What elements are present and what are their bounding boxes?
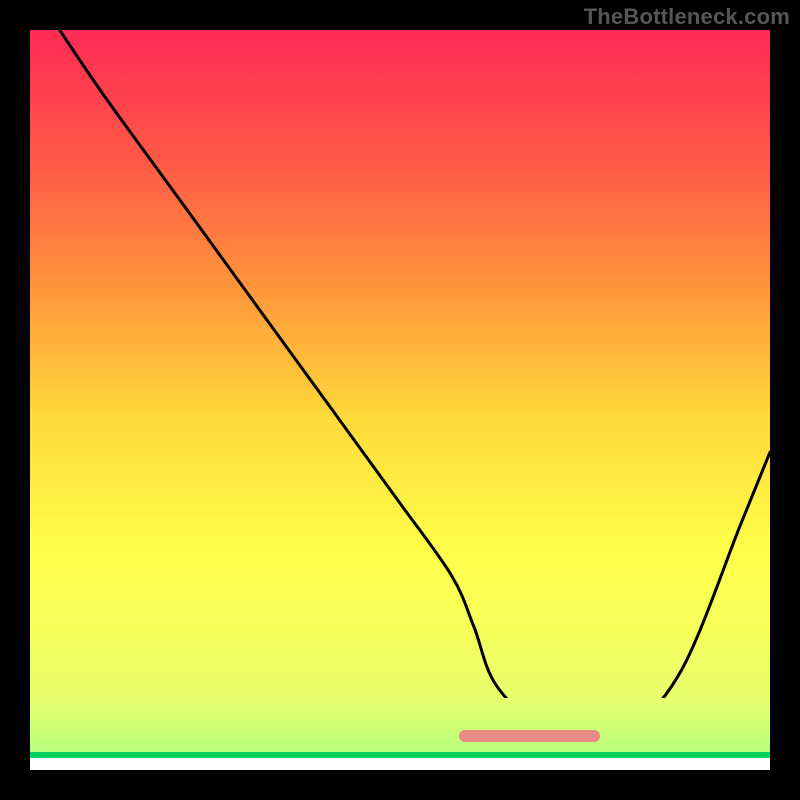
pale-green-band bbox=[30, 698, 770, 752]
bottom-white-bar bbox=[30, 758, 770, 770]
salmon-valley-marker bbox=[459, 730, 600, 742]
chart-svg bbox=[30, 30, 770, 770]
gradient-background bbox=[30, 30, 770, 698]
chart-plot-area bbox=[30, 30, 770, 770]
watermark-text: TheBottleneck.com bbox=[584, 4, 790, 30]
green-line bbox=[30, 752, 770, 758]
